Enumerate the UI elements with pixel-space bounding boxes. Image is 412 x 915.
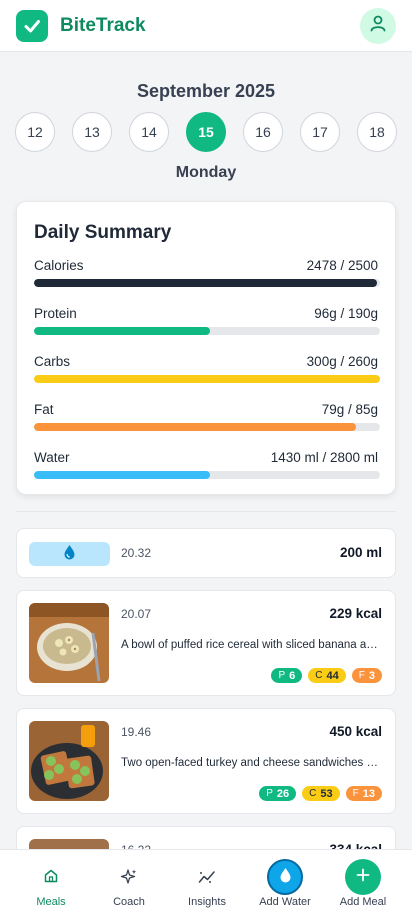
progress-fill: [34, 327, 211, 335]
metric-label: Carbs: [34, 354, 71, 369]
progress-bar: [34, 471, 380, 479]
meal-photo: [29, 721, 109, 801]
meal-description: Two open-faced turkey and cheese sandwic…: [121, 757, 382, 769]
fat-tag: F 13: [345, 786, 382, 801]
metric-calories: Calories 2478 / 2500: [34, 258, 380, 306]
water-badge: [29, 542, 110, 566]
macro-tags: P 26 C 53 F 13: [259, 786, 382, 801]
day-button[interactable]: 13: [72, 112, 112, 152]
weekday-label: Monday: [175, 164, 237, 181]
check-badge-icon: [16, 9, 48, 42]
entry-amount: 200 ml: [339, 545, 382, 560]
add-water-button[interactable]: [267, 859, 303, 895]
bottom-nav: Meals Coach Insights Add Water Add Meal: [0, 849, 412, 915]
protein-tag: P6: [271, 668, 303, 683]
day-picker: 12 13 14 15 16 17 18: [15, 112, 397, 152]
entry-kcal: 450 kcal: [329, 724, 382, 739]
metric-fat: Fat 79g / 85g: [34, 402, 380, 450]
day-button-selected[interactable]: 15: [186, 112, 226, 152]
month-title: September 2025: [136, 81, 276, 101]
daily-summary-card: Daily Summary Calories 2478 / 2500 Prote…: [16, 201, 396, 495]
meal-description: A bowl of puffed rice cereal with sliced…: [121, 639, 382, 651]
progress-fill: [34, 279, 377, 287]
add-meal-button[interactable]: [345, 859, 381, 895]
metric-label: Water: [34, 450, 70, 465]
trend-chart-icon: [198, 868, 216, 891]
summary-title: Daily Summary: [34, 222, 172, 243]
protein-tag: P 26: [259, 786, 297, 801]
meal-log-entry[interactable]: 20.07 229 kcal A bowl of puffed rice cer…: [16, 590, 396, 696]
section-divider: [16, 511, 396, 512]
progress-fill: [34, 471, 211, 479]
nav-label: Coach: [113, 896, 145, 908]
metric-label: Calories: [34, 258, 84, 273]
app-root: BiteTrack September 2025 12 13 14 15 16 …: [0, 0, 412, 915]
progress-fill: [34, 375, 380, 383]
day-button[interactable]: 17: [300, 112, 340, 152]
brand[interactable]: BiteTrack: [16, 9, 146, 42]
home-icon: [43, 868, 59, 889]
sparkles-icon: [120, 868, 138, 891]
day-button[interactable]: 16: [243, 112, 283, 152]
progress-fill: [34, 423, 356, 431]
metric-value: 1430 ml / 2800 ml: [270, 450, 378, 465]
nav-add-water[interactable]: Add Water: [246, 850, 324, 915]
profile-button[interactable]: [360, 7, 396, 44]
entry-kcal: 229 kcal: [329, 606, 382, 621]
water-drop-icon: [279, 867, 292, 888]
entry-time: 20.32: [121, 546, 152, 560]
progress-bar: [34, 327, 380, 335]
entry-time: 20.07: [121, 607, 152, 621]
metric-carbs: Carbs 300g / 260g: [34, 354, 380, 402]
app-header: BiteTrack: [0, 0, 412, 52]
nav-label: Add Water: [259, 896, 311, 908]
macro-tags: P6 C 44 F3: [271, 668, 382, 683]
progress-bar: [34, 423, 380, 431]
nav-label: Insights: [188, 896, 226, 908]
meal-photo: [29, 603, 109, 683]
carbs-tag: C 53: [302, 786, 340, 801]
entry-time: 19.46: [121, 725, 152, 739]
progress-bar: [34, 375, 380, 383]
metric-value: 96g / 190g: [314, 306, 378, 321]
metric-water: Water 1430 ml / 2800 ml: [34, 450, 380, 498]
meal-log-entry[interactable]: 19.46 450 kcal Two open-faced turkey and…: [16, 708, 396, 814]
user-icon: [369, 14, 387, 37]
carbs-tag: C 44: [308, 668, 346, 683]
nav-coach[interactable]: Coach: [90, 850, 168, 915]
progress-bar: [34, 279, 380, 287]
metric-label: Fat: [34, 402, 54, 417]
water-log-entry[interactable]: 20.32 200 ml: [16, 528, 396, 578]
nav-label: Meals: [36, 896, 66, 908]
fat-tag: F3: [351, 668, 382, 683]
metric-value: 300g / 260g: [306, 354, 378, 369]
water-drop-icon: [63, 544, 76, 565]
nav-meals[interactable]: Meals: [12, 850, 90, 915]
day-button[interactable]: 18: [357, 112, 397, 152]
nav-add-meal[interactable]: Add Meal: [324, 850, 402, 915]
nav-label: Add Meal: [339, 896, 387, 908]
day-button[interactable]: 12: [15, 112, 55, 152]
plus-icon: [356, 868, 370, 887]
nav-insights[interactable]: Insights: [168, 850, 246, 915]
metric-label: Protein: [34, 306, 77, 321]
metric-value: 2478 / 2500: [306, 258, 378, 273]
day-button[interactable]: 14: [129, 112, 169, 152]
metric-protein: Protein 96g / 190g: [34, 306, 380, 354]
metric-value: 79g / 85g: [321, 402, 378, 417]
app-name: BiteTrack: [60, 14, 146, 36]
